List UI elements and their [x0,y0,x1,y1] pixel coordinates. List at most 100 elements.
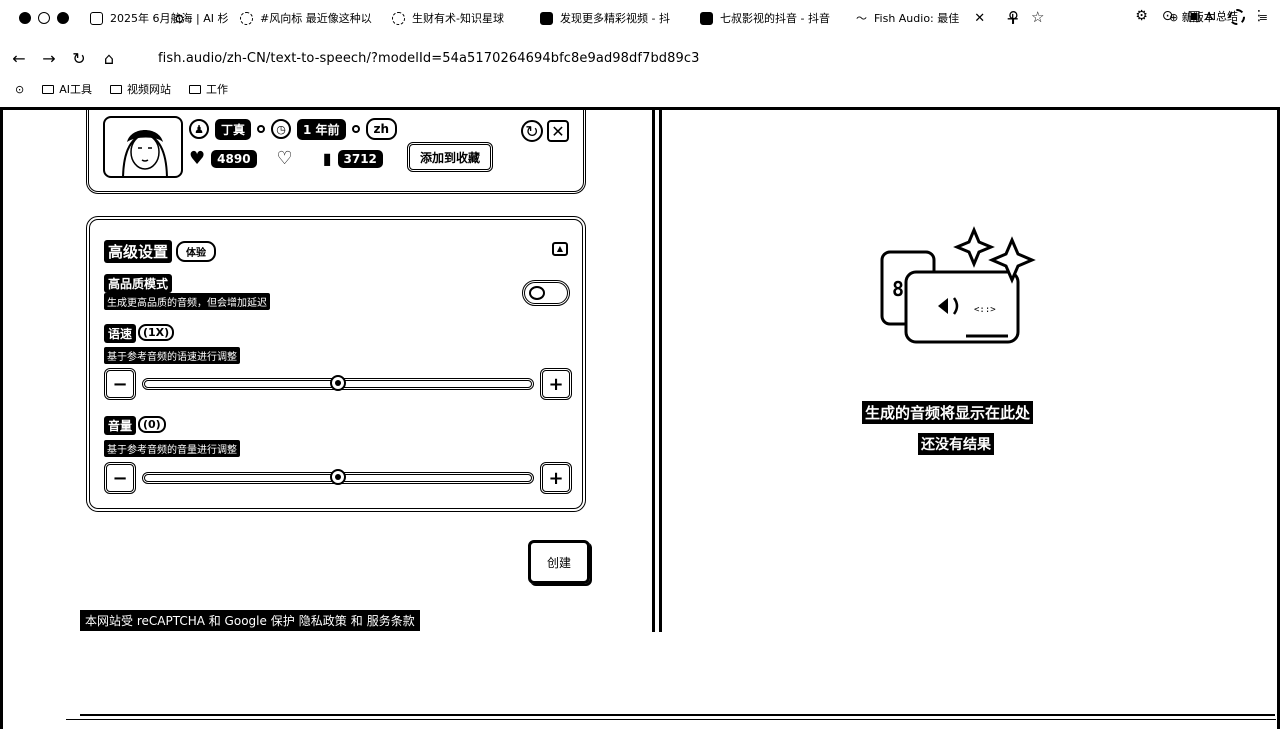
voice-meta-row: ♟ 丁真 ◷ 1 年前 zh [189,118,398,140]
no-results-text: 还没有结果 [918,433,994,455]
and-text: 和 [350,614,363,628]
refresh-icon[interactable]: ↻ [521,120,543,142]
empty-audio-illustration: 8J <::> [880,226,1036,344]
tab-label: 2025年 6月航海 | AI 杉 [110,12,229,25]
volume-slider[interactable] [142,469,534,485]
volume-value: (0) [138,416,166,433]
site-settings-icon[interactable]: ⚙ [174,12,185,26]
bookmark-folder[interactable]: AI工具 [42,81,92,97]
voice-avatar [103,116,183,178]
nav-bar: ← → ↻ ⌂ fish.audio/zh-CN/text-to-speech/… [0,40,1280,76]
svg-text:<::>: <::> [974,305,996,315]
speed-increase-button[interactable]: + [540,368,572,400]
speed-label: 语速 [104,324,137,343]
toggle-knob [529,286,545,300]
tiktok-icon [540,11,553,25]
voice-tag: 丁真 [215,118,252,140]
fish-icon: 〜 [856,12,867,25]
bookmark-icon: ▮ [322,149,332,168]
page-bottom-border [80,714,1275,716]
voice-language: zh [365,118,398,140]
recaptcha-notice: 本网站受 reCAPTCHA 和 Google 保护 隐私政策 和 服务条款 [80,610,420,631]
minimize-window-icon[interactable] [38,12,50,24]
loading-icon [392,11,405,25]
tab-5[interactable]: 七叔影视的抖音 - 抖音 [690,0,846,36]
privacy-link[interactable]: 隐私政策 [299,612,347,629]
tiktok-icon [700,11,713,25]
tab-2[interactable]: #风向标 最近像这种以 [230,0,382,36]
close-window-icon[interactable] [19,12,31,24]
window-controls [0,12,80,24]
volume-label: 音量 [104,416,137,435]
tab-bar: 2025年 6月航海 | AI 杉 #风向标 最近像这种以 生财有术-知识星球 … [0,0,1280,36]
tab-label: #风向标 最近像这种以 [260,12,372,25]
close-icon[interactable]: ✕ [547,120,569,142]
loading-icon [240,11,253,25]
ai-summary-button[interactable]: ▣ AI总结 [1188,8,1238,24]
bookmarks-bar: ⊙ AI工具 视频网站 工作 [0,78,228,100]
heart-icon: ♥ [189,148,206,169]
speed-slider-row: − + [104,368,572,400]
advanced-settings-header: 高级设置 体验 [104,240,217,263]
tab-4[interactable]: 发现更多精彩视频 - 抖 [530,0,690,36]
address-actions: ⚲ ☆ [1008,8,1044,26]
volume-slider-thumb[interactable] [330,469,346,485]
clock-icon: ◷ [271,119,292,139]
ai-summary-label: AI总结 [1205,10,1238,23]
collapse-icon[interactable]: ▲ [552,242,568,256]
reload-icon[interactable]: ↻ [64,49,94,68]
apps-icon[interactable]: ⊙ [15,83,24,96]
saves-count: 3712 [337,149,383,168]
like-button[interactable]: ♡ [277,148,293,169]
hq-mode-toggle[interactable] [522,280,570,306]
tab-label: 生财有术-知识星球 [412,12,504,25]
advanced-settings-panel: 高级设置 体验 ▲ 高品质模式 生成更高品质的音频，但会增加延迟 语速 (1X)… [86,216,586,512]
bookmark-star-icon[interactable]: ☆ [1031,8,1044,26]
extensions-icon[interactable]: ⚙ [1135,8,1148,24]
maximize-window-icon[interactable] [57,12,69,24]
voice-model-card: ♟ 丁真 ◷ 1 年前 zh ♥ 4890 ♡ ▮ 3712 添加到收藏 ↻ ✕ [86,108,586,194]
speed-decrease-button[interactable]: − [104,368,136,400]
tab-label: 发现更多精彩视频 - 抖 [560,12,670,25]
download-icon[interactable]: ⊙ [1162,8,1174,24]
speed-value: (1X) [138,324,175,341]
back-icon[interactable]: ← [4,49,34,68]
create-button[interactable]: 创建 [528,540,590,584]
advanced-settings-title: 高级设置 [104,240,173,263]
terms-link[interactable]: 服务条款 [367,612,415,629]
bookmark-folder[interactable]: 工作 [189,81,228,97]
speed-desc: 基于参考音频的语速进行调整 [104,347,240,364]
address-bar[interactable]: fish.audio/zh-CN/text-to-speech/?modelId… [158,51,700,66]
close-tab-icon[interactable]: ✕ [974,11,985,26]
recaptcha-text: 本网站受 reCAPTCHA 和 Google 保护 [85,614,295,628]
volume-decrease-button[interactable]: − [104,462,136,494]
bookmark-label: AI工具 [59,83,92,96]
bookmark-folder[interactable]: 视频网站 [110,81,171,97]
page-bottom-border [66,719,1276,720]
toolbar-right: ⚙ ⊙ ▣ AI总结 ⋮ [1135,8,1266,24]
more-icon[interactable]: ⋮ [1252,8,1266,24]
card-tools: ↻ ✕ [521,120,569,142]
folder-icon [110,84,122,94]
doc-icon [90,11,103,25]
tab-1[interactable]: 2025年 6月航海 | AI 杉 [80,0,230,36]
volume-slider-row: − + [104,462,572,494]
empty-result-message: 生成的音频将显示在此处 [862,401,1034,424]
hq-mode-label: 高品质模式 [104,274,173,293]
volume-increase-button[interactable]: + [540,462,572,494]
bookmark-label: 工作 [206,83,228,96]
separator-dot [257,125,266,133]
location-icon[interactable]: ⚲ [1008,8,1019,26]
voice-stats-row: ♥ 4890 ♡ ▮ 3712 [189,148,383,169]
volume-desc: 基于参考音频的音量进行调整 [104,440,240,457]
beta-badge: 体验 [176,241,217,262]
speed-slider[interactable] [142,375,534,391]
folder-icon [42,84,55,94]
home-icon[interactable]: ⌂ [94,49,124,68]
speed-slider-thumb[interactable] [330,375,346,391]
tab-3[interactable]: 生财有术-知识星球 [382,0,530,36]
folder-icon [189,84,201,94]
forward-icon[interactable]: → [34,49,64,68]
tab-6-active[interactable]: 〜 Fish Audio: 最佳 ✕ [846,0,996,36]
add-favorite-button[interactable]: 添加到收藏 [407,142,494,172]
